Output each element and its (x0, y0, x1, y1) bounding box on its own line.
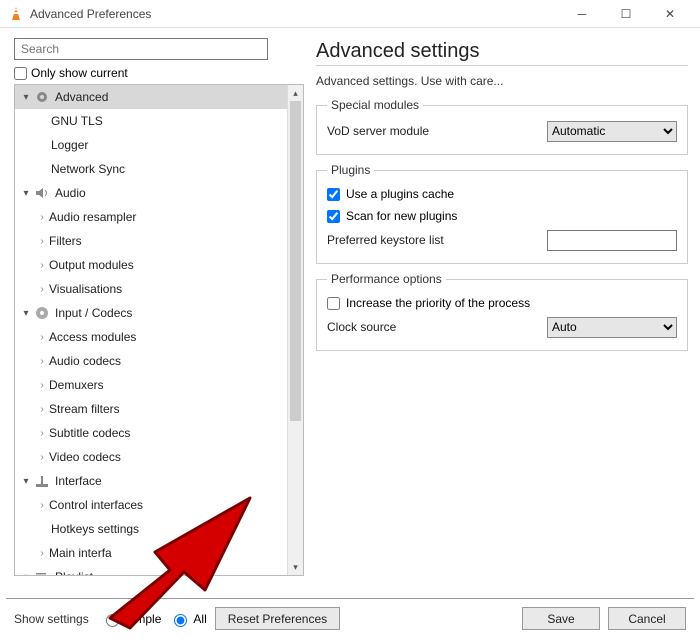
preferred-keystore-input[interactable] (547, 230, 677, 251)
left-pane: Only show current ▾ Advanced GNU TLS Log… (0, 28, 310, 598)
speaker-icon (33, 184, 51, 202)
use-plugins-cache-box[interactable] (327, 188, 340, 201)
tree-item-subtitle-codecs[interactable]: ›Subtitle codecs (15, 421, 287, 445)
only-show-current-label: Only show current (31, 66, 128, 80)
playlist-icon (33, 568, 51, 575)
increase-priority-checkbox[interactable]: Increase the priority of the process (327, 292, 677, 314)
radio-all[interactable] (174, 614, 187, 627)
group-plugins-label: Plugins (327, 163, 374, 177)
radio-simple[interactable] (106, 614, 119, 627)
tree-item-advanced[interactable]: ▾ Advanced (15, 85, 287, 109)
group-special-modules-label: Special modules (327, 98, 423, 112)
tree-item-audio-codecs[interactable]: ›Audio codecs (15, 349, 287, 373)
vod-server-label: VoD server module (327, 124, 547, 138)
chevron-down-icon[interactable]: ▾ (19, 92, 33, 103)
tree-item-output-modules[interactable]: ›Output modules (15, 253, 287, 277)
chevron-down-icon[interactable]: ▾ (19, 308, 33, 319)
chevron-down-icon[interactable]: ▾ (19, 572, 33, 576)
tree-item-network-sync[interactable]: Network Sync (15, 157, 287, 181)
chevron-right-icon[interactable]: › (35, 452, 49, 463)
page-subdesc: Advanced settings. Use with care... (316, 74, 688, 88)
vod-server-select[interactable]: Automatic (547, 121, 677, 142)
heading-divider (316, 65, 688, 66)
only-show-current-box[interactable] (14, 67, 27, 80)
page-heading: Advanced settings (316, 40, 688, 63)
search-input[interactable] (14, 38, 268, 60)
minimize-button[interactable]: ─ (560, 0, 604, 28)
chevron-right-icon[interactable]: › (35, 356, 49, 367)
reset-preferences-button[interactable]: Reset Preferences (215, 607, 340, 630)
tree-item-visualisations[interactable]: ›Visualisations (15, 277, 287, 301)
bottom-bar: Show settings Simple All Reset Preferenc… (6, 598, 694, 638)
settings-tree: ▾ Advanced GNU TLS Logger Network Sync ▾… (14, 84, 304, 576)
show-settings-label: Show settings (14, 612, 89, 626)
tree-item-gnu-tls[interactable]: GNU TLS (15, 109, 287, 133)
tree-item-interface[interactable]: ▾ Interface (15, 469, 287, 493)
chevron-down-icon[interactable]: ▾ (19, 188, 33, 199)
tree-item-filters[interactable]: ›Filters (15, 229, 287, 253)
tree-item-playlist[interactable]: ▾ Playlist (15, 565, 287, 575)
tree-item-control-interfaces[interactable]: ›Control interfaces (15, 493, 287, 517)
chevron-right-icon[interactable]: › (35, 404, 49, 415)
chevron-right-icon[interactable]: › (35, 236, 49, 247)
chevron-right-icon[interactable]: › (35, 428, 49, 439)
scroll-down-icon[interactable]: ▾ (288, 559, 303, 575)
chevron-down-icon[interactable]: ▾ (19, 476, 33, 487)
scan-new-plugins-box[interactable] (327, 210, 340, 223)
tree-item-stream-filters[interactable]: ›Stream filters (15, 397, 287, 421)
group-performance: Performance options Increase the priorit… (316, 272, 688, 351)
show-settings-simple-radio[interactable]: Simple (101, 611, 162, 627)
tree-item-audio[interactable]: ▾ Audio (15, 181, 287, 205)
scroll-thumb[interactable] (290, 101, 301, 421)
tree-item-hotkeys-settings[interactable]: Hotkeys settings (15, 517, 287, 541)
disc-icon (33, 304, 51, 322)
preferred-keystore-label: Preferred keystore list (327, 233, 547, 247)
group-special-modules: Special modules VoD server module Automa… (316, 98, 688, 155)
tree-item-logger[interactable]: Logger (15, 133, 287, 157)
tree-item-audio-resampler[interactable]: ›Audio resampler (15, 205, 287, 229)
only-show-current-checkbox[interactable]: Only show current (14, 66, 302, 80)
tree-item-main-interfaces[interactable]: ›Main interfa (15, 541, 287, 565)
window-title: Advanced Preferences (30, 7, 151, 21)
chevron-right-icon[interactable]: › (35, 284, 49, 295)
show-settings-all-radio[interactable]: All (169, 611, 206, 627)
scan-new-plugins-checkbox[interactable]: Scan for new plugins (327, 205, 677, 227)
maximize-button[interactable]: ☐ (604, 0, 648, 28)
vlc-cone-icon (8, 6, 24, 22)
cancel-button[interactable]: Cancel (608, 607, 686, 630)
tree-item-video-codecs[interactable]: ›Video codecs (15, 445, 287, 469)
chevron-right-icon[interactable]: › (35, 380, 49, 391)
increase-priority-box[interactable] (327, 297, 340, 310)
show-settings-group: Show settings Simple All Reset Preferenc… (14, 607, 340, 630)
chevron-right-icon[interactable]: › (35, 260, 49, 271)
tree-item-access-modules[interactable]: ›Access modules (15, 325, 287, 349)
chevron-right-icon[interactable]: › (35, 332, 49, 343)
clock-source-label: Clock source (327, 320, 547, 334)
tree-item-demuxers[interactable]: ›Demuxers (15, 373, 287, 397)
clock-source-select[interactable]: Auto (547, 317, 677, 338)
tree-scrollbar[interactable]: ▴ ▾ (287, 85, 303, 575)
tree-item-input-codecs[interactable]: ▾ Input / Codecs (15, 301, 287, 325)
close-button[interactable]: ✕ (648, 0, 692, 28)
group-plugins: Plugins Use a plugins cache Scan for new… (316, 163, 688, 264)
group-performance-label: Performance options (327, 272, 446, 286)
chevron-right-icon[interactable]: › (35, 500, 49, 511)
save-button[interactable]: Save (522, 607, 600, 630)
brush-icon (33, 472, 51, 490)
right-pane: Advanced settings Advanced settings. Use… (310, 28, 700, 598)
titlebar: Advanced Preferences ─ ☐ ✕ (0, 0, 700, 28)
chevron-right-icon[interactable]: › (35, 548, 49, 559)
gear-icon (33, 88, 51, 106)
chevron-right-icon[interactable]: › (35, 212, 49, 223)
scroll-up-icon[interactable]: ▴ (288, 85, 303, 101)
use-plugins-cache-checkbox[interactable]: Use a plugins cache (327, 183, 677, 205)
